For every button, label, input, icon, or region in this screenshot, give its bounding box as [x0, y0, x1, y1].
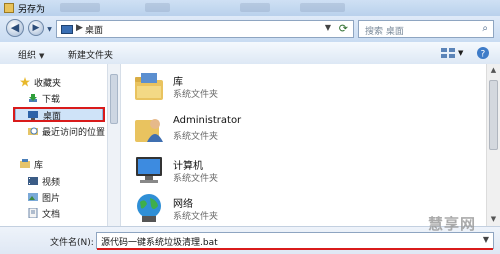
- list-item-libraries[interactable]: 库 系统文件夹: [133, 70, 333, 106]
- refresh-icon[interactable]: ⟳: [339, 22, 348, 35]
- address-bar: ◀ ▶ ▼ ▶ 桌面 ▼ ⟳ 搜索 桌面 ⌕: [0, 16, 500, 42]
- blurred-title-text: [300, 3, 345, 12]
- recent-pages-dropdown[interactable]: ▼: [45, 25, 54, 34]
- search-placeholder: 搜索 桌面: [365, 27, 404, 37]
- list-item-administrator[interactable]: Administrator 系统文件夹: [133, 112, 333, 148]
- search-icon[interactable]: ⌕: [482, 23, 488, 34]
- sidebar-item-label: 视频: [42, 178, 61, 188]
- scrollbar-thumb[interactable]: [489, 80, 498, 150]
- organize-button[interactable]: 组织 ▼: [18, 48, 44, 61]
- back-button[interactable]: ◀: [6, 19, 24, 37]
- file-name: 库: [173, 77, 183, 88]
- computer-icon: [136, 157, 162, 183]
- view-dropdown-icon[interactable]: ▼: [458, 49, 463, 57]
- scroll-up-icon[interactable]: ▲: [487, 64, 500, 77]
- sidebar-item-label: 图片: [42, 194, 61, 204]
- list-item-network[interactable]: 网络 系统文件夹: [133, 192, 333, 228]
- title-bar: 另存为: [0, 0, 500, 16]
- library-icon: [20, 159, 30, 168]
- sidebar-item-label: 最近访问的位置: [42, 128, 106, 138]
- forward-button[interactable]: ▶: [28, 20, 44, 36]
- svg-text:?: ?: [481, 50, 486, 60]
- blurred-title-text: [240, 3, 270, 12]
- help-icon[interactable]: ?: [476, 46, 492, 60]
- library-folder-icon: [135, 73, 163, 100]
- desktop-icon: [61, 25, 73, 34]
- breadcrumb-separator[interactable]: ▶: [76, 23, 83, 33]
- address-dropdown-icon[interactable]: ▼: [325, 23, 331, 32]
- address-field[interactable]: ▶ 桌面 ▼ ⟳: [56, 20, 354, 38]
- file-name: 网络: [173, 199, 193, 210]
- filename-value[interactable]: 源代码一键系统垃圾清理.bat: [101, 235, 218, 248]
- documents-icon: [28, 208, 38, 218]
- breadcrumb-desktop[interactable]: 桌面: [85, 23, 103, 36]
- recent-places-icon: [28, 127, 38, 135]
- pictures-icon: [28, 193, 38, 201]
- blurred-title-text: [145, 3, 170, 12]
- filename-input[interactable]: 源代码一键系统垃圾清理.bat ▼: [96, 232, 494, 249]
- navigation-pane: 收藏夹 下载 桌面 最近访问的位置 库 视频 图片 文档: [0, 64, 107, 226]
- view-options-icon[interactable]: [440, 46, 456, 60]
- folder-icon: [4, 3, 14, 13]
- organize-label: 组织: [18, 51, 37, 61]
- window-title: 另存为: [18, 5, 46, 15]
- toolbar: 组织 ▼ 新建文件夹 ▼ ?: [0, 42, 500, 65]
- scrollbar-thumb[interactable]: [110, 74, 118, 124]
- filename-underline-annotation: [97, 248, 493, 250]
- search-input[interactable]: 搜索 桌面 ⌕: [358, 20, 494, 38]
- blurred-title-text: [60, 3, 100, 12]
- save-as-dialog: 另存为 ◀ ▶ ▼ ▶ 桌面 ▼ ⟳ 搜索 桌面 ⌕ 组织 ▼ 新建文件夹 ▼ ?: [0, 0, 500, 254]
- file-type: 系统文件夹: [173, 174, 219, 184]
- file-type: 系统文件夹: [173, 212, 219, 222]
- watermark: 慧享网: [428, 215, 477, 233]
- sidebar-item-label: 库: [34, 161, 44, 171]
- scroll-down-icon[interactable]: ▼: [487, 213, 500, 226]
- filename-label: 文件名(N):: [50, 238, 94, 248]
- navigation-pane-scrollbar[interactable]: [107, 64, 121, 226]
- file-list-scrollbar[interactable]: ▲ ▼: [486, 64, 500, 226]
- sidebar-item-label: 收藏夹: [34, 79, 62, 89]
- file-type: 系统文件夹: [173, 90, 219, 100]
- network-icon: [137, 194, 161, 222]
- file-name: Administrator: [173, 115, 242, 126]
- sidebar-item-label: 文档: [42, 210, 61, 220]
- chevron-down-icon[interactable]: ▼: [483, 235, 489, 244]
- star-icon: [20, 77, 30, 87]
- download-icon: [29, 94, 37, 102]
- desktop-highlight-annotation: [13, 107, 105, 122]
- sidebar-item-label: 下载: [42, 95, 61, 105]
- new-folder-button[interactable]: 新建文件夹: [68, 48, 113, 61]
- chevron-down-icon: ▼: [39, 52, 45, 60]
- list-item-computer[interactable]: 计算机 系统文件夹: [133, 154, 333, 190]
- video-icon: [28, 177, 38, 185]
- user-folder-icon: [135, 119, 163, 142]
- file-list: 库 系统文件夹 Administrator 系统文件夹 计算机 系统文件夹 网络…: [121, 64, 486, 226]
- file-name: 计算机: [173, 161, 203, 172]
- file-type: 系统文件夹: [173, 132, 219, 142]
